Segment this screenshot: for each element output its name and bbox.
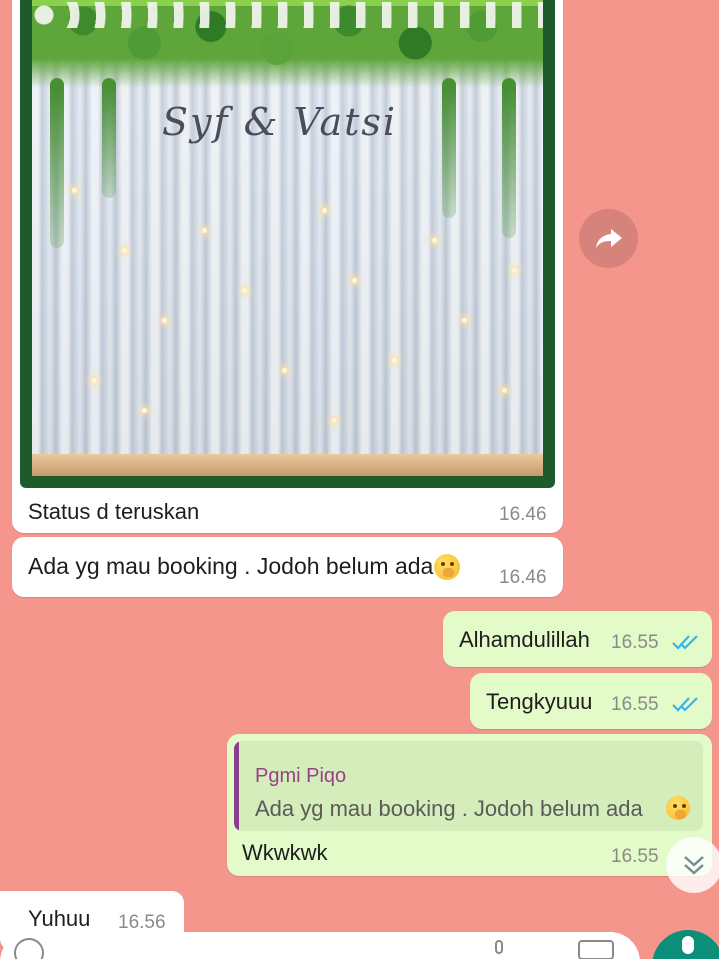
double-chevron-down-icon bbox=[684, 856, 704, 875]
message-time: 16.56 bbox=[118, 912, 166, 933]
status-image-photo: Syf & Vatsi bbox=[32, 0, 543, 476]
message-time: 16.55 bbox=[611, 632, 659, 653]
forward-icon bbox=[595, 228, 622, 248]
double-check-icon bbox=[672, 697, 698, 712]
message-time: 16.46 bbox=[499, 504, 547, 525]
face-with-hand-over-mouth-emoji bbox=[666, 796, 690, 820]
quote-bar bbox=[234, 741, 239, 831]
forward-button[interactable] bbox=[579, 209, 638, 268]
mic-button[interactable] bbox=[652, 930, 719, 959]
quote-text: Ada yg mau booking . Jodoh belum ada bbox=[255, 796, 643, 821]
message-input-bar[interactable] bbox=[0, 932, 640, 959]
message-time: 16.46 bbox=[499, 567, 547, 588]
quoted-message[interactable]: Pgmi Piqo Ada yg mau booking . Jodoh bel… bbox=[234, 741, 703, 831]
message-text: Tengkyuuu bbox=[486, 689, 593, 714]
message-time: 16.55 bbox=[611, 694, 659, 715]
image-message[interactable]: Syf & Vatsi Status d teruskan 16.46 bbox=[12, 0, 563, 533]
outgoing-message[interactable]: Alhamdulillah 16.55 bbox=[443, 611, 712, 667]
emoji-icon[interactable] bbox=[14, 938, 44, 959]
quote-author: Pgmi Piqo bbox=[255, 765, 347, 787]
message-text: Wkwkwk bbox=[242, 840, 328, 865]
message-text: Ada yg mau booking . Jodoh belum ada bbox=[28, 553, 434, 579]
scroll-down-button[interactable] bbox=[666, 837, 719, 893]
face-with-hand-over-mouth-emoji bbox=[434, 554, 460, 580]
outgoing-reply-message[interactable]: Pgmi Piqo Ada yg mau booking . Jodoh bel… bbox=[227, 734, 712, 876]
status-image[interactable]: Syf & Vatsi bbox=[20, 0, 555, 488]
message-text: Yuhuu bbox=[28, 906, 91, 931]
double-check-icon bbox=[672, 635, 698, 650]
message-text: Alhamdulillah bbox=[459, 627, 590, 652]
message-time: 16.55 bbox=[611, 846, 659, 867]
image-caption: Status d teruskan bbox=[28, 499, 200, 524]
image-sign-text: Syf & Vatsi bbox=[162, 100, 398, 144]
outgoing-message[interactable]: Tengkyuuu 16.55 bbox=[470, 673, 712, 729]
incoming-message[interactable]: Ada yg mau booking . Jodoh belum ada 16.… bbox=[12, 537, 563, 597]
mic-icon bbox=[682, 936, 694, 954]
camera-icon[interactable] bbox=[578, 940, 614, 959]
attach-icon[interactable] bbox=[495, 940, 503, 954]
